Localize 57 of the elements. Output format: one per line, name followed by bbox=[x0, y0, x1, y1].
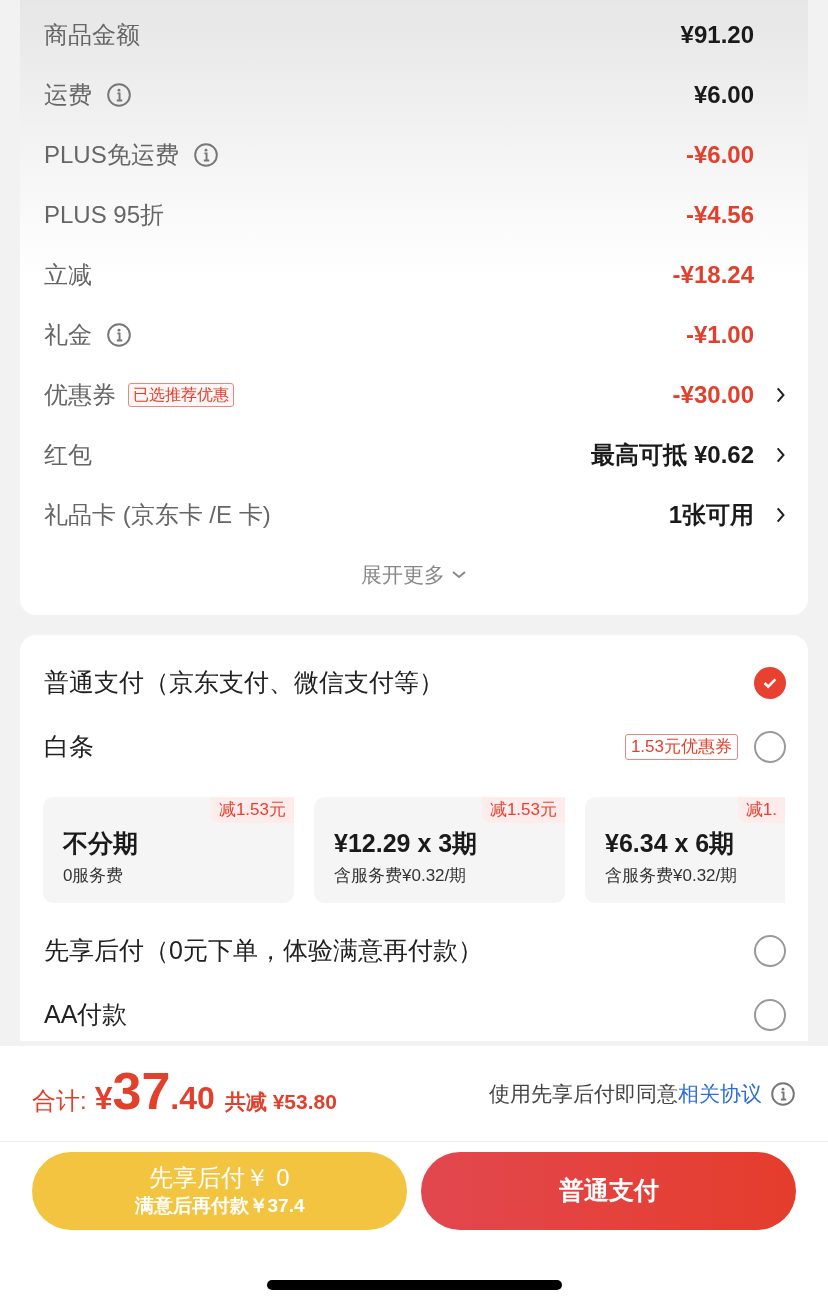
currency-sign: ¥ bbox=[94, 1080, 113, 1118]
amount: ¥91.20 bbox=[680, 20, 754, 50]
recommend-tag: 已选推荐优惠 bbox=[128, 383, 234, 407]
amount: -¥6.00 bbox=[685, 140, 754, 170]
amount: -¥4.56 bbox=[685, 200, 754, 230]
amount: -¥18.24 bbox=[672, 260, 754, 290]
coupon-tag: 1.53元优惠券 bbox=[624, 734, 738, 760]
installment-card[interactable]: 减1.53元 不分期 0服务费 bbox=[43, 797, 294, 903]
amount[interactable]: -¥30.00 bbox=[672, 377, 754, 413]
saved-amount: 共减 ¥53.80 bbox=[224, 1089, 337, 1115]
payment-option-label: 白条 bbox=[44, 731, 94, 763]
payment-option-label: 先享后付（0元下单，体验满意再付款） bbox=[44, 935, 483, 967]
amount: -¥1.00 bbox=[685, 320, 754, 350]
row-label: 立减 bbox=[44, 260, 92, 290]
agreement-text: 使用先享后付即同意 bbox=[489, 1080, 678, 1107]
plan-title: 不分期 bbox=[63, 828, 139, 859]
expand-more-button[interactable]: 展开更多 bbox=[361, 559, 467, 591]
amount[interactable]: 1张可用 bbox=[668, 497, 754, 533]
info-icon[interactable] bbox=[770, 1080, 796, 1107]
amount: ¥6.00 bbox=[693, 80, 754, 110]
amount[interactable]: 最高可抵 ¥0.62 bbox=[591, 437, 754, 473]
row-label: 红包 bbox=[44, 440, 92, 470]
installment-card[interactable]: 减1. ¥6.34 x 6期 含服务费¥0.32/期 bbox=[585, 797, 785, 903]
row-label: 优惠券 bbox=[44, 380, 116, 410]
pay-button[interactable]: 普通支付 bbox=[421, 1152, 796, 1230]
discount-badge: 减1.53元 bbox=[210, 797, 294, 823]
total-amount: 37 bbox=[112, 1065, 171, 1117]
row-label: 商品金额 bbox=[44, 20, 140, 50]
plan-note: 0服务费 bbox=[63, 865, 125, 887]
checked-radio[interactable] bbox=[754, 667, 786, 699]
payment-option-label: AA付款 bbox=[44, 999, 128, 1031]
discount-badge: 减1. bbox=[737, 797, 785, 823]
total-decimal: .40 bbox=[170, 1079, 215, 1118]
row-label: 礼金 bbox=[44, 320, 92, 350]
row-label: 礼品卡 (京东卡 /E 卡) bbox=[44, 500, 271, 530]
chevron-right-icon[interactable] bbox=[776, 386, 786, 404]
installment-card[interactable]: 减1.53元 ¥12.29 x 3期 含服务费¥0.32/期 bbox=[314, 797, 565, 903]
plan-title: ¥12.29 x 3期 bbox=[334, 828, 479, 859]
plan-note: 含服务费¥0.32/期 bbox=[334, 865, 468, 887]
discount-badge: 减1.53元 bbox=[481, 797, 565, 823]
info-icon[interactable] bbox=[106, 82, 132, 108]
row-label: 运费 bbox=[44, 80, 92, 110]
radio-button[interactable] bbox=[754, 999, 786, 1031]
plan-title: ¥6.34 x 6期 bbox=[605, 828, 736, 859]
radio-button[interactable] bbox=[754, 935, 786, 967]
agreement-link[interactable]: 相关协议 bbox=[678, 1077, 762, 1110]
info-icon[interactable] bbox=[192, 142, 219, 168]
row-label: PLUS 95折 bbox=[44, 200, 165, 230]
info-icon[interactable] bbox=[106, 322, 132, 348]
plan-note: 含服务费¥0.32/期 bbox=[605, 865, 739, 887]
chevron-down-icon bbox=[451, 570, 467, 580]
chevron-right-icon[interactable] bbox=[776, 446, 786, 464]
payment-option-label: 普通支付（京东支付、微信支付等） bbox=[44, 667, 444, 699]
chevron-right-icon[interactable] bbox=[776, 506, 786, 524]
row-label: PLUS免运费 bbox=[44, 140, 179, 170]
total-label: 合计: bbox=[32, 1086, 87, 1116]
radio-button[interactable] bbox=[754, 731, 786, 763]
